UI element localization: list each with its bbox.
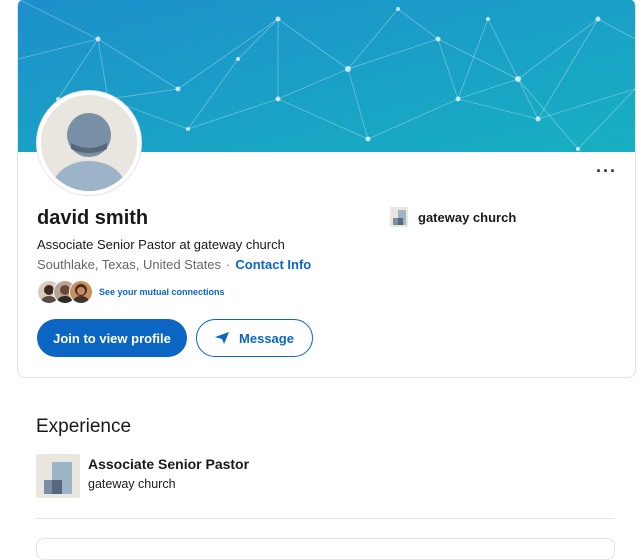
experience-details: Associate Senior Pastor gateway church (88, 454, 249, 498)
company-logo-icon (36, 454, 80, 498)
next-section-card (36, 538, 615, 560)
current-organization[interactable]: gateway church (390, 207, 516, 227)
profile-card: ··· david smith gateway church Associate… (17, 0, 636, 378)
company-logo-icon (390, 207, 408, 227)
mutual-connections-link[interactable]: See your mutual connections (99, 287, 225, 297)
more-icon[interactable]: ··· (596, 161, 617, 182)
profile-location: Southlake, Texas, United States (37, 257, 222, 272)
section-divider (36, 518, 615, 519)
avatar-placeholder-icon (41, 95, 137, 191)
profile-location-line: Southlake, Texas, United States · Contact … (37, 257, 311, 272)
join-to-view-profile-button[interactable]: Join to view profile (37, 319, 187, 357)
mutual-connections[interactable]: See your mutual connections (37, 280, 225, 304)
message-button-label: Message (239, 330, 294, 346)
current-organization-name: gateway church (418, 209, 517, 225)
experience-item[interactable]: Associate Senior Pastor gateway church (36, 454, 249, 498)
experience-title: Associate Senior Pastor (88, 456, 250, 472)
paper-plane-icon (215, 332, 230, 344)
mutual-faces (37, 280, 93, 304)
profile-headline: Associate Senior Pastor at gateway churc… (37, 237, 285, 252)
separator: · (226, 257, 231, 272)
contact-info-link[interactable]: Contact Info (235, 257, 311, 272)
message-button[interactable]: Message (196, 319, 313, 357)
experience-heading: Experience (36, 416, 132, 437)
profile-avatar (37, 91, 141, 195)
profile-name: david smith (37, 207, 149, 229)
experience-organization: gateway church (88, 477, 176, 491)
mutual-avatar (69, 280, 93, 304)
